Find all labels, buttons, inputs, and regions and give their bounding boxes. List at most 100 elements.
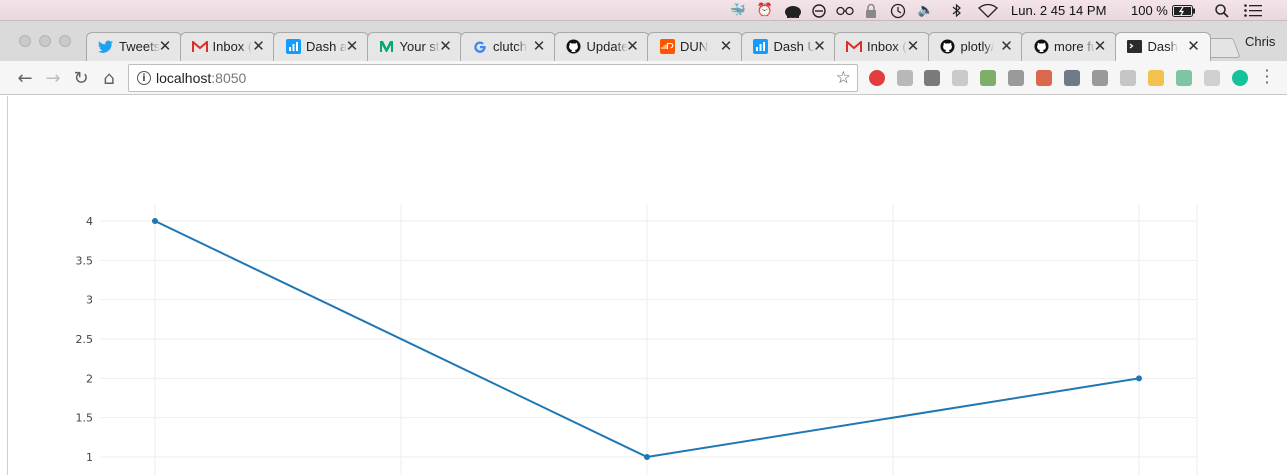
y-tick-label: 3.5 xyxy=(76,254,94,267)
history-clock-icon[interactable] xyxy=(889,2,907,19)
clipboard-icon[interactable] xyxy=(1092,70,1108,86)
close-tab-icon[interactable]: ✕ xyxy=(813,37,827,55)
close-tab-icon[interactable]: ✕ xyxy=(158,37,172,55)
r-icon[interactable] xyxy=(1176,70,1192,86)
browser-menu-icon[interactable]: · · · xyxy=(1262,63,1272,91)
tab-content: more fu xyxy=(1033,32,1095,61)
close-window-button[interactable] xyxy=(19,35,31,47)
menu-clock[interactable]: Lun. 2 45 14 PM xyxy=(1011,3,1106,18)
medium-icon xyxy=(379,39,395,55)
github-icon xyxy=(940,39,956,55)
close-tab-icon[interactable]: ✕ xyxy=(906,37,920,55)
search-icon[interactable] xyxy=(1213,2,1231,19)
tab-content: Inbox ( xyxy=(846,32,908,61)
address-bar[interactable]: i localhost:8050 ☆ xyxy=(128,64,858,92)
close-tab-icon[interactable]: ✕ xyxy=(439,37,453,55)
zoom-window-button[interactable] xyxy=(59,35,71,47)
terminal-icon xyxy=(1127,39,1143,55)
macos-menu-bar: 🐳 ⏰ 🔈 Lun. 2 45 14 PM 100 % xyxy=(0,0,1287,21)
bookmark-star-icon[interactable]: ☆ xyxy=(836,68,851,88)
close-tab-icon[interactable]: ✕ xyxy=(532,37,546,55)
y-tick-label: 4 xyxy=(86,215,93,228)
evernote-elephant-icon[interactable] xyxy=(783,2,803,19)
tab-content: Dash xyxy=(1127,32,1189,61)
info-icon[interactable]: i xyxy=(137,71,151,85)
gmail-icon xyxy=(846,39,862,55)
evernote-icon[interactable] xyxy=(924,70,940,86)
pdf-icon[interactable] xyxy=(1204,70,1220,86)
y-tick-label: 1 xyxy=(86,451,93,464)
tab-title: Tweets xyxy=(119,39,160,54)
circle-slash-icon[interactable] xyxy=(811,2,827,19)
home-icon[interactable]: ⌂ xyxy=(98,67,120,89)
folder-icon[interactable] xyxy=(1064,70,1080,86)
dash-icon xyxy=(285,39,301,55)
tab-content: clutch xyxy=(472,32,534,61)
data-point[interactable] xyxy=(1136,375,1142,382)
page-content: 4 3.5 3 2.5 2 1.5 1 xyxy=(0,96,1287,475)
tab-title: Your st xyxy=(399,39,440,54)
plant-icon[interactable] xyxy=(980,70,996,86)
camera-icon[interactable] xyxy=(1008,70,1024,86)
close-tab-icon[interactable]: ✕ xyxy=(719,37,733,55)
ext-gray-icon[interactable] xyxy=(897,70,913,86)
back-arrow-icon[interactable]: ← xyxy=(14,67,36,89)
tab-title: Dash a xyxy=(306,39,347,54)
tab-title: plotly/ xyxy=(960,39,995,54)
book-icon[interactable] xyxy=(1036,70,1052,86)
browser-toolbar: ← → ↻ ⌂ i localhost:8050 ☆ · · · xyxy=(0,61,1287,95)
tab-content: DUN xyxy=(659,32,721,61)
battery-percent[interactable]: 100 % xyxy=(1131,3,1168,18)
tab-content: Update xyxy=(566,32,628,61)
dots-icon[interactable] xyxy=(1148,70,1164,86)
volume-icon[interactable]: 🔈 xyxy=(917,2,935,19)
tab-content: Inbox ( xyxy=(191,32,254,61)
tab-title: Inbox ( xyxy=(867,39,907,54)
reload-icon[interactable]: ↻ xyxy=(70,67,92,89)
y-tick-label: 2 xyxy=(86,372,93,385)
profile-name[interactable]: Chris xyxy=(1245,34,1275,49)
close-tab-icon[interactable]: ✕ xyxy=(1000,37,1014,55)
g-icon[interactable] xyxy=(1120,70,1136,86)
tab-strip: Tweets ✕ Inbox (✕ Dash a ✕ Your st ✕ clutch ✕ Upd… xyxy=(0,21,1287,61)
feather-icon[interactable] xyxy=(952,70,968,86)
github-icon xyxy=(566,39,582,55)
tab-title: clutch xyxy=(493,39,527,54)
tab-title: Update xyxy=(586,39,628,54)
bluetooth-icon[interactable] xyxy=(950,2,964,19)
google-icon xyxy=(472,39,488,55)
tab-content: Tweets xyxy=(98,32,160,61)
list-icon[interactable] xyxy=(1243,2,1263,19)
lock-icon[interactable] xyxy=(863,2,879,19)
url-host: localhost xyxy=(156,70,212,86)
minimize-window-button[interactable] xyxy=(39,35,51,47)
opera-icon[interactable] xyxy=(869,70,885,86)
grammarly-icon[interactable] xyxy=(1232,70,1248,86)
data-point[interactable] xyxy=(644,454,650,460)
tab-content: Dash a xyxy=(285,32,347,61)
tab-content: plotly/ xyxy=(940,32,1002,61)
glasses-icon[interactable] xyxy=(835,2,855,19)
tab-content: Dash U xyxy=(753,32,815,61)
tab-title: more fu xyxy=(1054,39,1095,54)
close-tab-icon[interactable]: ✕ xyxy=(345,37,359,55)
gmail-icon xyxy=(191,39,208,55)
twitter-icon xyxy=(98,39,114,55)
window-left-edge xyxy=(0,96,8,475)
y-tick-label: 2.5 xyxy=(76,333,94,346)
line-chart[interactable]: 4 3.5 3 2.5 2 1.5 1 xyxy=(0,96,1287,475)
close-tab-icon[interactable]: ✕ xyxy=(1093,37,1107,55)
docker-icon[interactable]: 🐳 xyxy=(728,2,748,19)
close-tab-icon[interactable]: ✕ xyxy=(626,37,640,55)
forward-arrow-icon[interactable]: → xyxy=(42,67,64,89)
github-icon xyxy=(1033,39,1049,55)
close-tab-icon[interactable]: ✕ xyxy=(1187,37,1201,55)
battery-icon[interactable] xyxy=(1172,2,1196,19)
dash-icon xyxy=(753,39,769,55)
soundcloud-icon xyxy=(659,39,675,55)
close-tab-icon[interactable]: ✕ xyxy=(252,37,266,55)
alarm-icon[interactable]: ⏰ xyxy=(756,2,774,19)
wifi-icon[interactable] xyxy=(977,2,999,19)
tab-title: Dash U xyxy=(773,39,815,54)
data-point[interactable] xyxy=(152,218,158,224)
